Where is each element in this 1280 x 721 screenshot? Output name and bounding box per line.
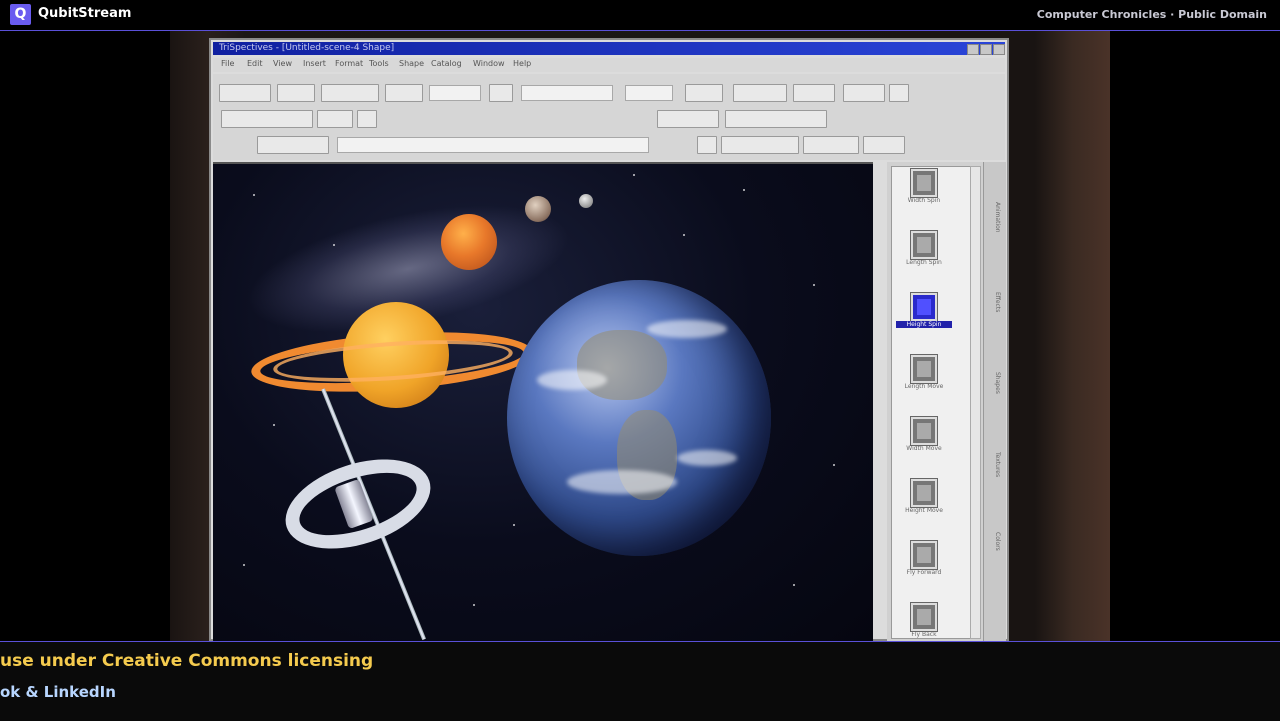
catalog-scrollbar bbox=[970, 166, 981, 639]
toolbar-button bbox=[803, 136, 859, 154]
app-menubar: File Edit View Insert Format Tools Shape… bbox=[213, 58, 1005, 72]
catalog-item-label: Width Move bbox=[906, 445, 942, 452]
toolbar-long-field bbox=[337, 137, 649, 153]
mars-planet bbox=[441, 214, 497, 270]
film-clip-icon bbox=[911, 603, 937, 631]
video-frame[interactable]: TriSpectives - [Untitled-scene-4 Shape] … bbox=[0, 31, 1280, 641]
star bbox=[513, 524, 515, 526]
toolbar-font-field bbox=[521, 85, 613, 101]
toolbar-button bbox=[793, 84, 835, 102]
star bbox=[683, 234, 685, 236]
toolbar-button bbox=[843, 84, 885, 102]
menu-tools: Tools bbox=[369, 59, 389, 68]
catalog-tab: Colors bbox=[994, 532, 1001, 551]
crt-screen: TriSpectives - [Untitled-scene-4 Shape] … bbox=[209, 38, 1009, 641]
app-toolbars bbox=[213, 74, 1005, 160]
toolbar-button bbox=[863, 136, 905, 154]
menu-catalog: Catalog bbox=[431, 59, 462, 68]
menu-edit: Edit bbox=[247, 59, 263, 68]
menu-window: Window bbox=[473, 59, 505, 68]
ticker-social-text: ok & LinkedIn bbox=[0, 683, 116, 701]
toolbar-button bbox=[657, 110, 719, 128]
catalog-tab: Shapes bbox=[994, 372, 1001, 394]
toolbar-zoom-field bbox=[429, 85, 481, 101]
earth-cloud bbox=[677, 450, 737, 466]
star bbox=[273, 424, 275, 426]
catalog-item-label: Height Spin bbox=[896, 321, 952, 328]
star bbox=[743, 189, 745, 191]
source-credit: Computer Chronicles · Public Domain bbox=[1036, 8, 1267, 21]
film-clip-icon bbox=[911, 355, 937, 383]
catalog-item-label: Height Move bbox=[905, 507, 943, 514]
toolbar-size-field bbox=[625, 85, 673, 101]
star bbox=[833, 464, 835, 466]
catalog-item-label: Fly Back bbox=[911, 631, 937, 638]
film-clip-icon bbox=[911, 169, 937, 197]
toolbar-button bbox=[385, 84, 423, 102]
toolbar-button bbox=[221, 110, 313, 128]
moon bbox=[525, 196, 551, 222]
toolbar-button bbox=[219, 84, 271, 102]
catalog-item-label: Length Move bbox=[904, 383, 944, 390]
film-clip-icon bbox=[911, 417, 937, 445]
film-clip-icon bbox=[911, 293, 937, 321]
toolbar-button bbox=[889, 84, 909, 102]
catalog-tab: Animation bbox=[994, 202, 1001, 233]
film-clip-icon bbox=[911, 479, 937, 507]
toolbar-button bbox=[489, 84, 513, 102]
catalog-tabs: Animation Effects Shapes Textures Colors bbox=[983, 162, 1006, 641]
star bbox=[253, 194, 255, 196]
catalog-tab: Effects bbox=[994, 292, 1001, 313]
toolbar-button bbox=[721, 136, 799, 154]
star bbox=[333, 244, 335, 246]
film-clip-icon bbox=[911, 541, 937, 569]
app-titlebar: TriSpectives - [Untitled-scene-4 Shape] bbox=[213, 42, 1005, 55]
earth-cloud bbox=[537, 370, 607, 390]
brand-name[interactable]: QubitStream bbox=[38, 6, 131, 21]
earth-planet bbox=[507, 280, 771, 556]
menu-help: Help bbox=[513, 59, 532, 68]
toolbar-button bbox=[697, 136, 717, 154]
toolbar-button bbox=[277, 84, 315, 102]
earth-continent bbox=[577, 330, 667, 400]
toolbar-button bbox=[321, 84, 379, 102]
menu-file: File bbox=[221, 59, 235, 68]
menu-view: View bbox=[273, 59, 292, 68]
ticker-license-text: use under Creative Commons licensing bbox=[0, 651, 374, 671]
toolbar-button bbox=[357, 110, 377, 128]
minimize-icon bbox=[967, 44, 979, 55]
app-title: TriSpectives - [Untitled-scene-4 Shape] bbox=[219, 43, 395, 53]
scene-canvas bbox=[213, 162, 873, 641]
catalog-item-label: Fly Forward bbox=[906, 569, 942, 576]
catalog-tab: Textures bbox=[994, 452, 1001, 478]
catalog-item-label: Length Spin bbox=[906, 259, 942, 266]
news-ticker: use under Creative Commons licensing ok … bbox=[0, 641, 1280, 721]
toolbar-button bbox=[725, 110, 827, 128]
toolbar-button bbox=[257, 136, 329, 154]
catalog-panel: Width Spin Length Spin Height Spin Lengt… bbox=[887, 162, 983, 641]
star bbox=[633, 174, 635, 176]
film-clip-icon bbox=[911, 231, 937, 259]
qubitstream-logo[interactable]: Q bbox=[10, 4, 31, 25]
maximize-icon bbox=[980, 44, 992, 55]
close-icon bbox=[993, 44, 1005, 55]
catalog-item-label: Width Spin bbox=[907, 197, 941, 204]
header-bar: Q QubitStream Computer Chronicles · Publ… bbox=[0, 0, 1280, 31]
star bbox=[473, 604, 475, 606]
star bbox=[813, 284, 815, 286]
earth-cloud bbox=[647, 320, 727, 338]
menu-shape: Shape bbox=[399, 59, 425, 68]
menu-insert: Insert bbox=[303, 59, 326, 68]
star bbox=[793, 584, 795, 586]
earth-cloud bbox=[567, 470, 677, 494]
toolbar-button bbox=[733, 84, 787, 102]
star bbox=[243, 564, 245, 566]
toolbar-button bbox=[685, 84, 723, 102]
toolbar-button bbox=[317, 110, 353, 128]
menu-format: Format bbox=[335, 59, 364, 68]
moon bbox=[579, 194, 593, 208]
catalog-list: Width Spin Length Spin Height Spin Lengt… bbox=[891, 166, 971, 639]
